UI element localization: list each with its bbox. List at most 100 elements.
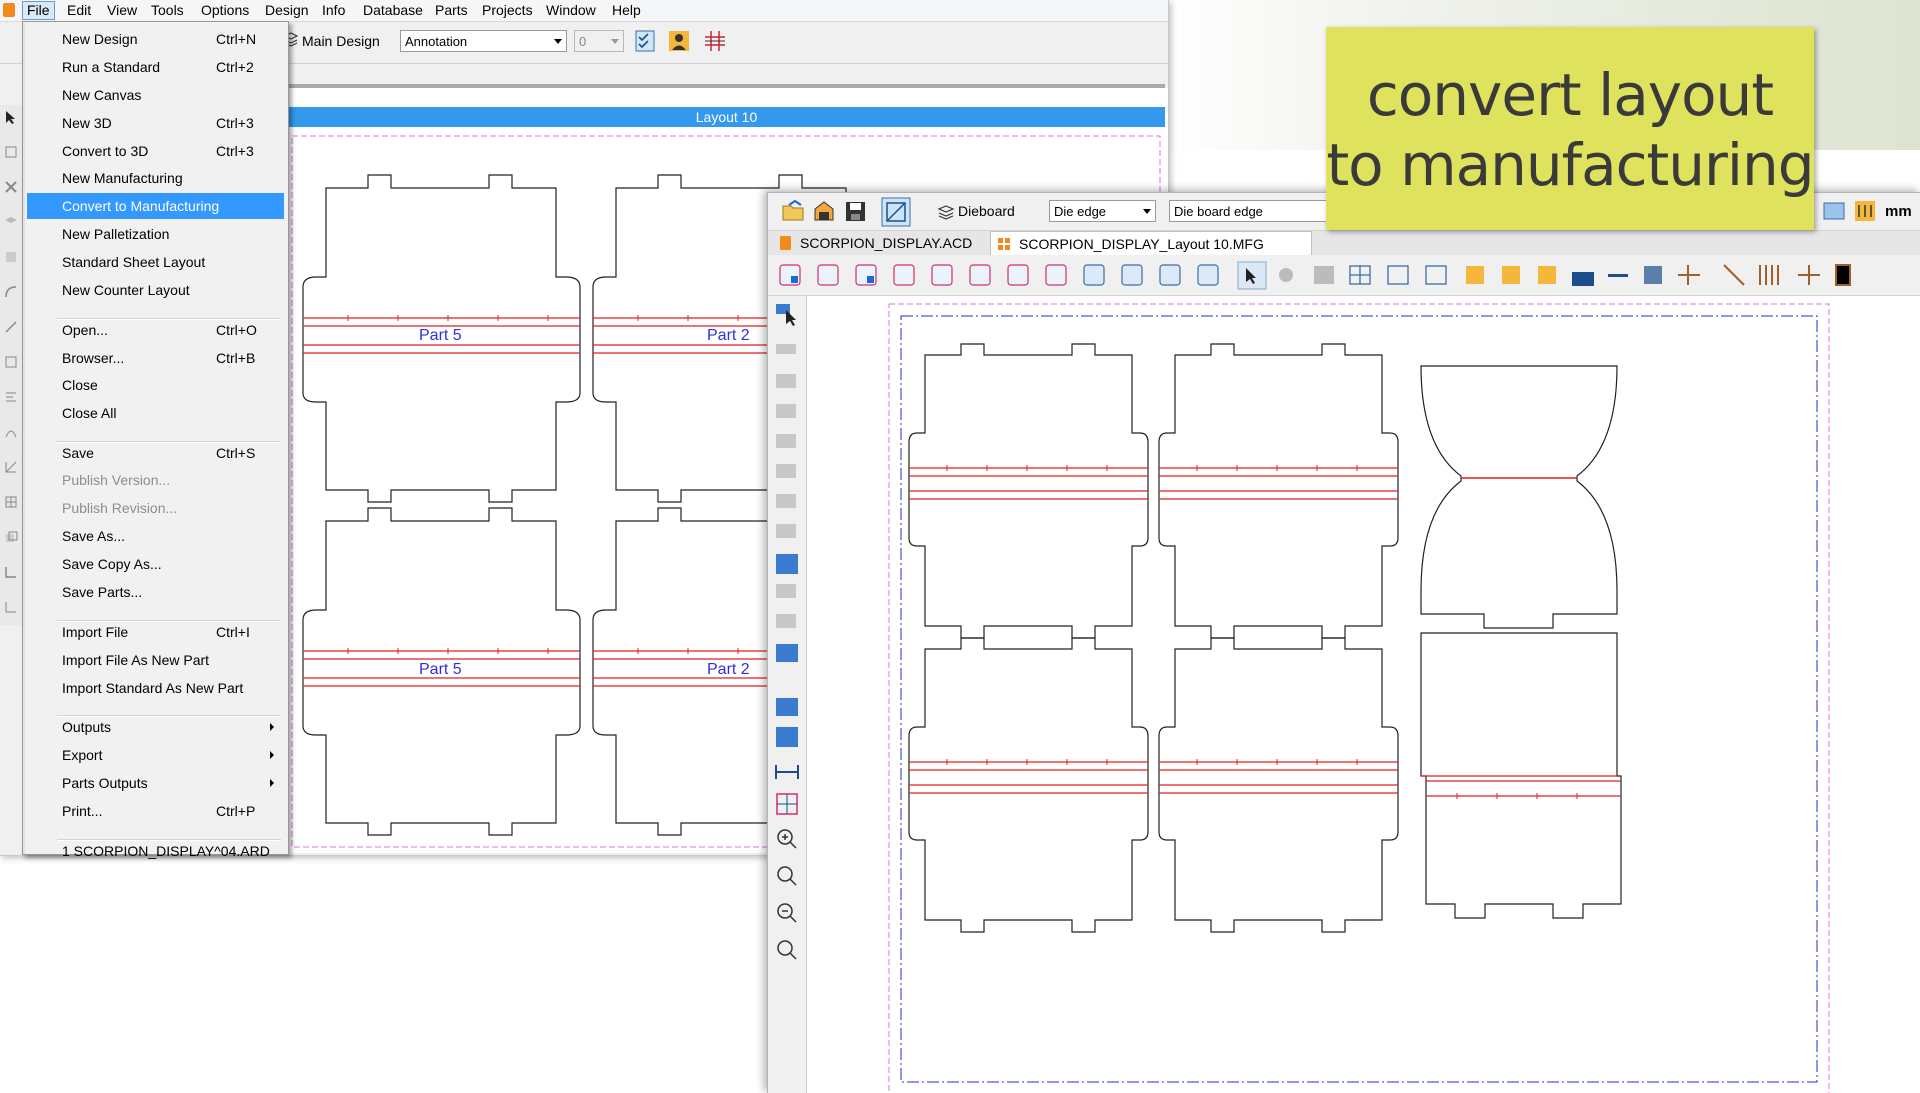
- menu-edit[interactable]: Edit: [67, 2, 91, 18]
- menu-item-save[interactable]: Save Ctrl+S: [27, 440, 284, 466]
- measure-tool-icon[interactable]: [4, 460, 18, 474]
- rect-tool-icon[interactable]: [4, 355, 18, 369]
- part-label: Part 5: [419, 661, 462, 678]
- menu-design[interactable]: Design: [265, 2, 309, 18]
- menu-item-outputs[interactable]: Outputs: [27, 714, 284, 740]
- menu-item-label: Convert to Manufacturing: [62, 198, 220, 214]
- submenu-arrow-icon: [270, 723, 274, 731]
- menu-item-publish-revision[interactable]: Publish Revision...: [27, 495, 284, 521]
- save-icon[interactable]: [843, 199, 869, 225]
- menu-item-run-a-standard[interactable]: Run a Standard Ctrl+2: [27, 54, 284, 80]
- sheet-properties-icon[interactable]: [1822, 199, 1848, 225]
- menu-parts[interactable]: Parts: [435, 2, 468, 18]
- menu-options[interactable]: Options: [201, 2, 249, 18]
- zoom-fit-icon[interactable]: [881, 197, 911, 227]
- menu-item-close[interactable]: Close: [27, 372, 284, 398]
- arc-tool-icon[interactable]: [4, 285, 18, 299]
- tool-icons-row[interactable]: [778, 261, 1913, 290]
- units-label[interactable]: mm: [1885, 203, 1912, 220]
- menu-item-import-file-as-new-part[interactable]: Import File As New Part: [27, 647, 284, 673]
- submenu-arrow-icon: [270, 779, 274, 787]
- menu-database[interactable]: Database: [363, 2, 423, 18]
- menu-item-save-copy-as[interactable]: Save Copy As...: [27, 551, 284, 577]
- menu-item-label: Outputs: [62, 719, 112, 735]
- align-tool-icon[interactable]: [4, 390, 18, 404]
- part-label: Part 2: [707, 661, 750, 678]
- menu-item-label: New 3D: [62, 115, 112, 131]
- menu-item-import-standard-as-new-part[interactable]: Import Standard As New Part: [27, 675, 284, 701]
- menu-item-convert-to-3d[interactable]: Convert to 3D Ctrl+3: [27, 138, 284, 164]
- diagonal-tool-icon[interactable]: [4, 320, 18, 334]
- database-save-icon[interactable]: [812, 199, 838, 225]
- tab-design-file[interactable]: SCORPION_DISPLAY.ACD: [772, 231, 972, 255]
- menu-item-save-as[interactable]: Save As...: [27, 523, 284, 549]
- menu-view[interactable]: View: [107, 2, 137, 18]
- menu-item-new-palletization[interactable]: New Palletization: [27, 221, 284, 247]
- submenu-arrow-icon: [270, 751, 274, 759]
- menu-item-label: New Design: [62, 31, 138, 47]
- layers-tool-icon[interactable]: [4, 215, 18, 229]
- split-tool-icon[interactable]: [4, 565, 18, 579]
- menu-item-browser[interactable]: Browser... Ctrl+B: [27, 345, 284, 371]
- grid-table-icon[interactable]: [703, 29, 727, 53]
- manufacturing-file-icon: [998, 238, 1010, 250]
- table-tool-icon[interactable]: [4, 495, 18, 509]
- menu-item-label: Save Parts...: [62, 584, 143, 600]
- menu-item-open[interactable]: Open... Ctrl+O: [27, 317, 284, 343]
- menu-item-recent-file-1[interactable]: 1 SCORPION_DISPLAY^04.ARD: [27, 838, 284, 864]
- menu-item-label: Run a Standard: [62, 59, 161, 75]
- menu-separator: [57, 441, 281, 443]
- menu-item-new-manufacturing[interactable]: New Manufacturing: [27, 165, 284, 191]
- menu-window[interactable]: Window: [546, 2, 596, 18]
- open-folder-icon[interactable]: [781, 199, 807, 225]
- part-label: Part 5: [419, 327, 462, 344]
- die-board-edge-dropdown[interactable]: Die board edge: [1169, 200, 1339, 222]
- menu-item-new-3d[interactable]: New 3D Ctrl+3: [27, 110, 284, 136]
- menu-item-close-all[interactable]: Close All: [27, 400, 284, 426]
- menu-item-publish-version[interactable]: Publish Version...: [27, 467, 284, 493]
- menu-item-import-file[interactable]: Import File Ctrl+I: [27, 619, 284, 645]
- corner-tool-icon[interactable]: [4, 600, 18, 614]
- callout-line-1: convert layout: [1366, 61, 1774, 129]
- menu-item-label: Export: [62, 747, 103, 763]
- menu-item-parts-outputs[interactable]: Parts Outputs: [27, 770, 284, 796]
- pointer-tool-icon[interactable]: [4, 110, 18, 124]
- menu-help[interactable]: Help: [612, 2, 641, 18]
- select-tool-icon[interactable]: [4, 145, 18, 159]
- tab-manufacturing-file[interactable]: SCORPION_DISPLAY_Layout 10.MFG: [990, 231, 1312, 256]
- menu-item-label: Close: [62, 377, 98, 393]
- menu-item-standard-sheet-layout[interactable]: Standard Sheet Layout: [27, 249, 284, 275]
- curve-tool-icon[interactable]: [4, 425, 18, 439]
- dieboard-button[interactable]: Dieboard: [958, 203, 1015, 219]
- menu-item-label: Save As...: [62, 528, 126, 544]
- annotation-value: Annotation: [405, 34, 468, 49]
- palette-icons[interactable]: [774, 302, 802, 1092]
- annotation-dropdown[interactable]: Annotation: [400, 30, 567, 52]
- menu-projects[interactable]: Projects: [482, 2, 533, 18]
- menu-separator: [57, 839, 281, 841]
- layer-number-dropdown[interactable]: 0: [574, 30, 624, 52]
- menu-item-save-parts[interactable]: Save Parts...: [27, 579, 284, 605]
- menu-info[interactable]: Info: [322, 2, 345, 18]
- menu-item-export[interactable]: Export: [27, 742, 284, 768]
- stack-tool-icon[interactable]: [4, 530, 18, 544]
- menu-item-new-counter-layout[interactable]: New Counter Layout: [27, 277, 284, 303]
- menu-file[interactable]: File: [22, 1, 55, 20]
- menu-item-new-canvas[interactable]: New Canvas: [27, 82, 284, 108]
- check-list-icon[interactable]: [633, 29, 657, 53]
- hourglass-part: [1420, 365, 1618, 629]
- menu-item-label: New Manufacturing: [62, 170, 183, 186]
- menu-item-label: Close All: [62, 405, 117, 421]
- user-properties-icon[interactable]: [667, 29, 691, 53]
- menu-item-print[interactable]: Print... Ctrl+P: [27, 798, 284, 824]
- main-design-button[interactable]: Main Design: [302, 33, 380, 49]
- menu-item-new-design[interactable]: New Design Ctrl+N: [27, 26, 284, 52]
- menu-item-label: Save: [62, 445, 94, 461]
- delete-tool-icon[interactable]: [4, 180, 18, 194]
- menu-item-convert-to-manufacturing[interactable]: Convert to Manufacturing: [27, 193, 284, 219]
- rule-properties-icon[interactable]: [1853, 199, 1879, 225]
- menu-tools[interactable]: Tools: [151, 2, 184, 18]
- transform-tool-icon[interactable]: [4, 250, 18, 264]
- die-edge-dropdown[interactable]: Die edge: [1049, 200, 1156, 222]
- menu-item-label: Import File: [62, 624, 129, 640]
